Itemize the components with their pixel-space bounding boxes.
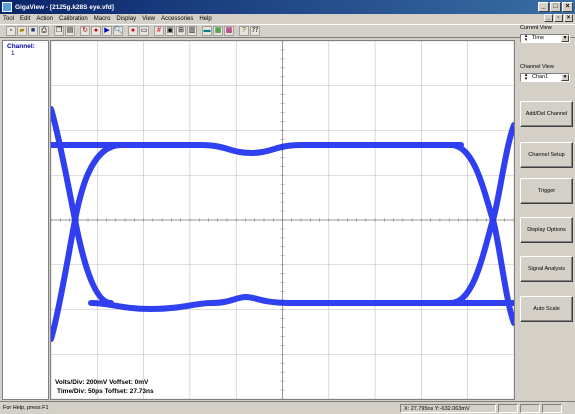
app-icon	[2, 2, 12, 12]
app-window: GigaView - [2125g.k28S eye.vfd] _ □ × To…	[0, 0, 575, 414]
export-icon[interactable]: ▬	[202, 26, 212, 36]
status-pane	[498, 403, 518, 413]
record-icon[interactable]: ●	[91, 26, 101, 36]
image-icon[interactable]: ▦	[213, 26, 223, 36]
about-icon[interactable]: ?	[239, 26, 249, 36]
copy-icon[interactable]: ❐	[54, 26, 64, 36]
channel-setup-button[interactable]: Channel Setup	[520, 142, 573, 168]
chevron-down-icon[interactable]: ▼	[561, 35, 569, 42]
histogram-icon[interactable]: ▥	[187, 26, 197, 36]
menu-help[interactable]: Help	[196, 16, 214, 22]
save-icon[interactable]: ■	[28, 26, 38, 36]
menu-macro[interactable]: Macro	[91, 16, 114, 22]
menu-action[interactable]: Action	[33, 16, 56, 22]
scale-readout: Volts/Div: 200mV Voffset: 0mV Time/Div: …	[55, 379, 154, 396]
menu-bar: Tool Edit Action Calibration Macro Displ…	[0, 14, 575, 24]
status-pane	[542, 403, 562, 413]
close-button[interactable]: ×	[562, 2, 573, 12]
window-title: GigaView - [2125g.k28S eye.vfd]	[15, 3, 114, 11]
eye-diagram-plot[interactable]: Volts/Div: 200mV Voffset: 0mV Time/Div: …	[50, 40, 515, 400]
channel-panel: Channel: 1	[2, 40, 49, 400]
spin-icon[interactable]: ▴ ▾	[522, 34, 530, 43]
plot-canvas	[51, 41, 514, 399]
menu-display[interactable]: Display	[113, 16, 139, 22]
new-icon[interactable]: ▫	[6, 26, 16, 36]
print-icon[interactable]: ⎙	[39, 26, 49, 36]
doc-restore-button[interactable]: ▫	[554, 14, 563, 22]
add-del-channel-button[interactable]: Add/Del Channel	[520, 101, 573, 127]
status-help: For Help, press F1	[3, 405, 49, 411]
ruler-icon[interactable]: ▭	[139, 26, 149, 36]
volts-readout: Volts/Div: 200mV Voffset: 0mV	[55, 379, 149, 386]
status-pane	[520, 403, 540, 413]
channel-view-select[interactable]: ▴ ▾ Chan1 ▼	[520, 73, 570, 82]
trigger-button[interactable]: Trigger	[520, 178, 573, 204]
chevron-down-icon[interactable]: ▼	[561, 74, 569, 81]
display-options-button[interactable]: Display Options	[520, 217, 573, 243]
auto-scale-button[interactable]: Auto Scale	[520, 296, 573, 322]
channel-view-label: Channel View	[520, 64, 554, 70]
maximize-button[interactable]: □	[550, 2, 561, 12]
measure-icon[interactable]: ⊞	[176, 26, 186, 36]
menu-view[interactable]: View	[139, 16, 158, 22]
status-bar: For Help, press F1 X: 27.795ns Y:-632.06…	[0, 401, 575, 414]
title-bar: GigaView - [2125g.k28S eye.vfd] _ □ ×	[0, 0, 575, 14]
doc-close-button[interactable]: ×	[564, 14, 573, 22]
run-icon[interactable]: ▶	[102, 26, 112, 36]
spin-icon[interactable]: ▴ ▾	[522, 73, 530, 82]
grid-icon[interactable]: #	[154, 26, 164, 36]
help-icon[interactable]: ⁇	[250, 26, 260, 36]
minimize-button[interactable]: _	[538, 2, 549, 12]
open-icon[interactable]: ▰	[17, 26, 27, 36]
signal-analysis-button[interactable]: Signal Analysis	[520, 256, 573, 282]
channel-label: Channel:	[7, 43, 35, 50]
stop-icon[interactable]: ●	[128, 26, 138, 36]
channel-number[interactable]: 1	[3, 50, 48, 57]
refresh-icon[interactable]: ↻	[80, 26, 90, 36]
paste-icon[interactable]: ▤	[65, 26, 75, 36]
doc-minimize-button[interactable]: _	[544, 14, 553, 22]
menu-accessories[interactable]: Accessories	[158, 16, 196, 22]
toolbar: ▫ ▰ ■ ⎙ ❐ ▤ ↻ ● ▶ 🔍︎ ● ▭ # ▣ ⊞ ▥ ▬ ▦ ▩ ?…	[0, 24, 575, 38]
eye-left-rise	[51, 142, 124, 342]
time-readout: Time/Div: 50ps Toffset: 27.73ns	[57, 387, 154, 395]
menu-calibration[interactable]: Calibration	[56, 16, 91, 22]
cursor-coordinates: X: 27.795ns Y:-632.063mV	[400, 403, 496, 413]
right-panel: Current View ▴ ▾ Time ▼ Channel View ▴ ▾ C…	[516, 24, 575, 400]
cursor-icon[interactable]: ▩	[224, 26, 234, 36]
menu-edit[interactable]: Edit	[17, 16, 33, 22]
menu-tool[interactable]: Tool	[0, 16, 17, 22]
marker-icon[interactable]: ▣	[165, 26, 175, 36]
current-view-label: Current View	[520, 25, 552, 31]
current-view-select[interactable]: ▴ ▾ Time ▼	[520, 34, 570, 43]
zoom-icon[interactable]: 🔍︎	[113, 26, 123, 36]
